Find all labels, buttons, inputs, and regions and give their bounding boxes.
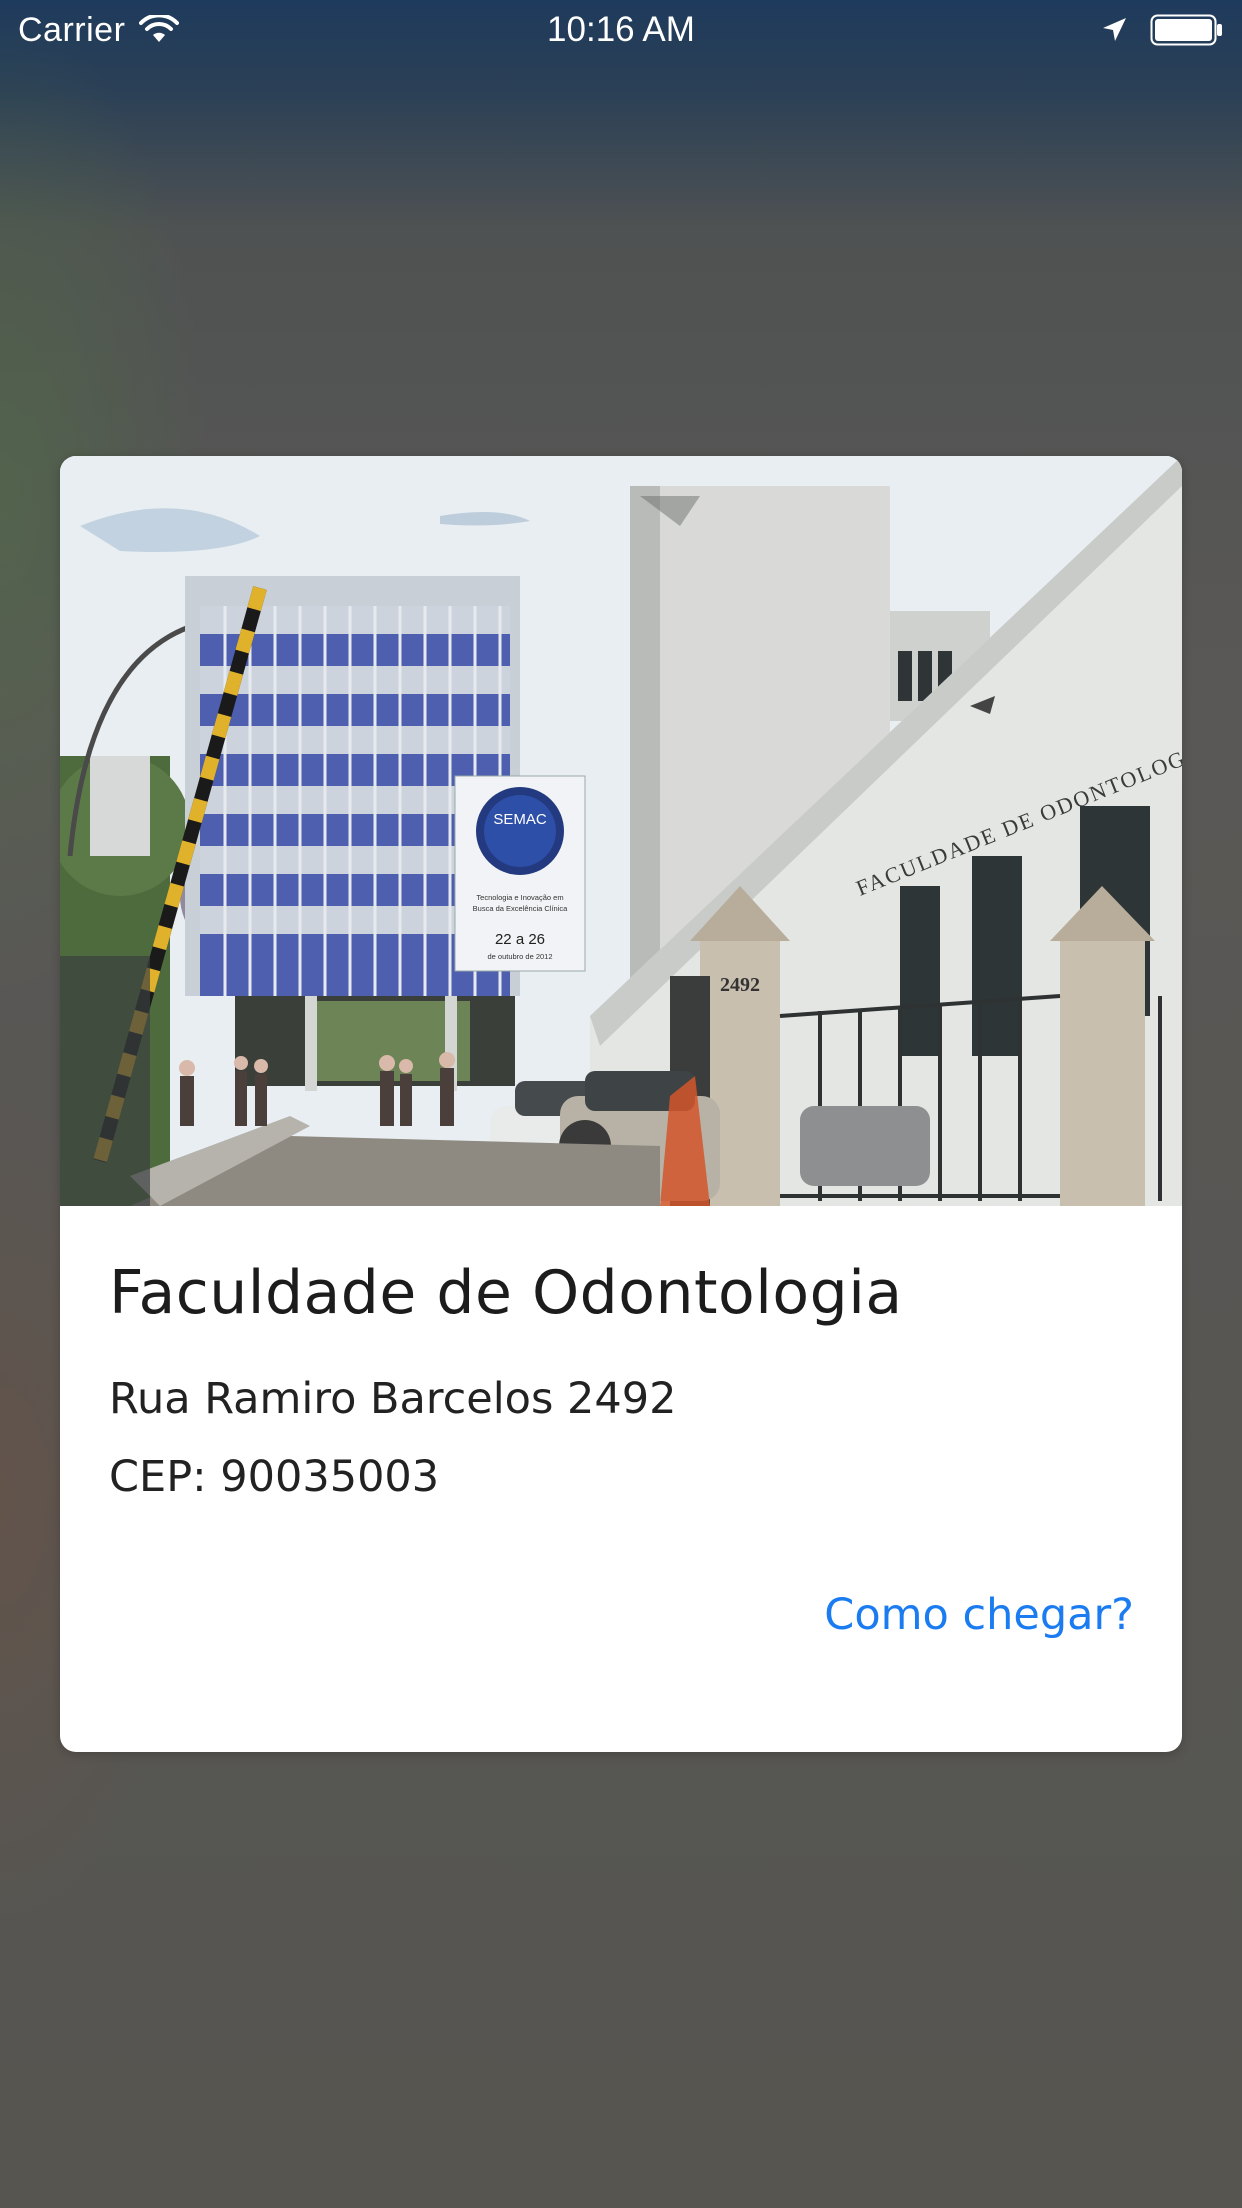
banner-line-2: Busca da Excelência Clínica bbox=[473, 904, 568, 913]
building-photo: SEMAC Tecnologia e Inovação em Busca da … bbox=[60, 456, 1182, 1206]
card-body: Faculdade de Odontologia Rua Ramiro Barc… bbox=[60, 1206, 1182, 1752]
cep-text: CEP: 90035003 bbox=[109, 1452, 440, 1502]
status-right bbox=[1100, 12, 1224, 48]
address-text: Rua Ramiro Barcelos 2492 bbox=[109, 1374, 677, 1424]
directions-button[interactable]: Como chegar? bbox=[824, 1590, 1134, 1640]
banner-month: de outubro de 2012 bbox=[487, 952, 552, 961]
banner-dates: 22 a 26 bbox=[495, 931, 545, 948]
building-photo-illustration: SEMAC Tecnologia e Inovação em Busca da … bbox=[60, 456, 1182, 1206]
status-time: 10:16 AM bbox=[547, 10, 695, 49]
banner-line-1: Tecnologia e Inovação em bbox=[476, 893, 563, 902]
street-number-plate: 2492 bbox=[720, 974, 760, 996]
location-arrow-icon bbox=[1103, 18, 1126, 41]
banner-title: SEMAC bbox=[493, 811, 547, 828]
location-card: SEMAC Tecnologia e Inovação em Busca da … bbox=[60, 456, 1182, 1752]
battery-icon bbox=[1150, 14, 1222, 46]
status-bar: Carrier 10:16 AM bbox=[0, 0, 1242, 60]
place-title: Faculdade de Odontologia bbox=[109, 1258, 903, 1328]
